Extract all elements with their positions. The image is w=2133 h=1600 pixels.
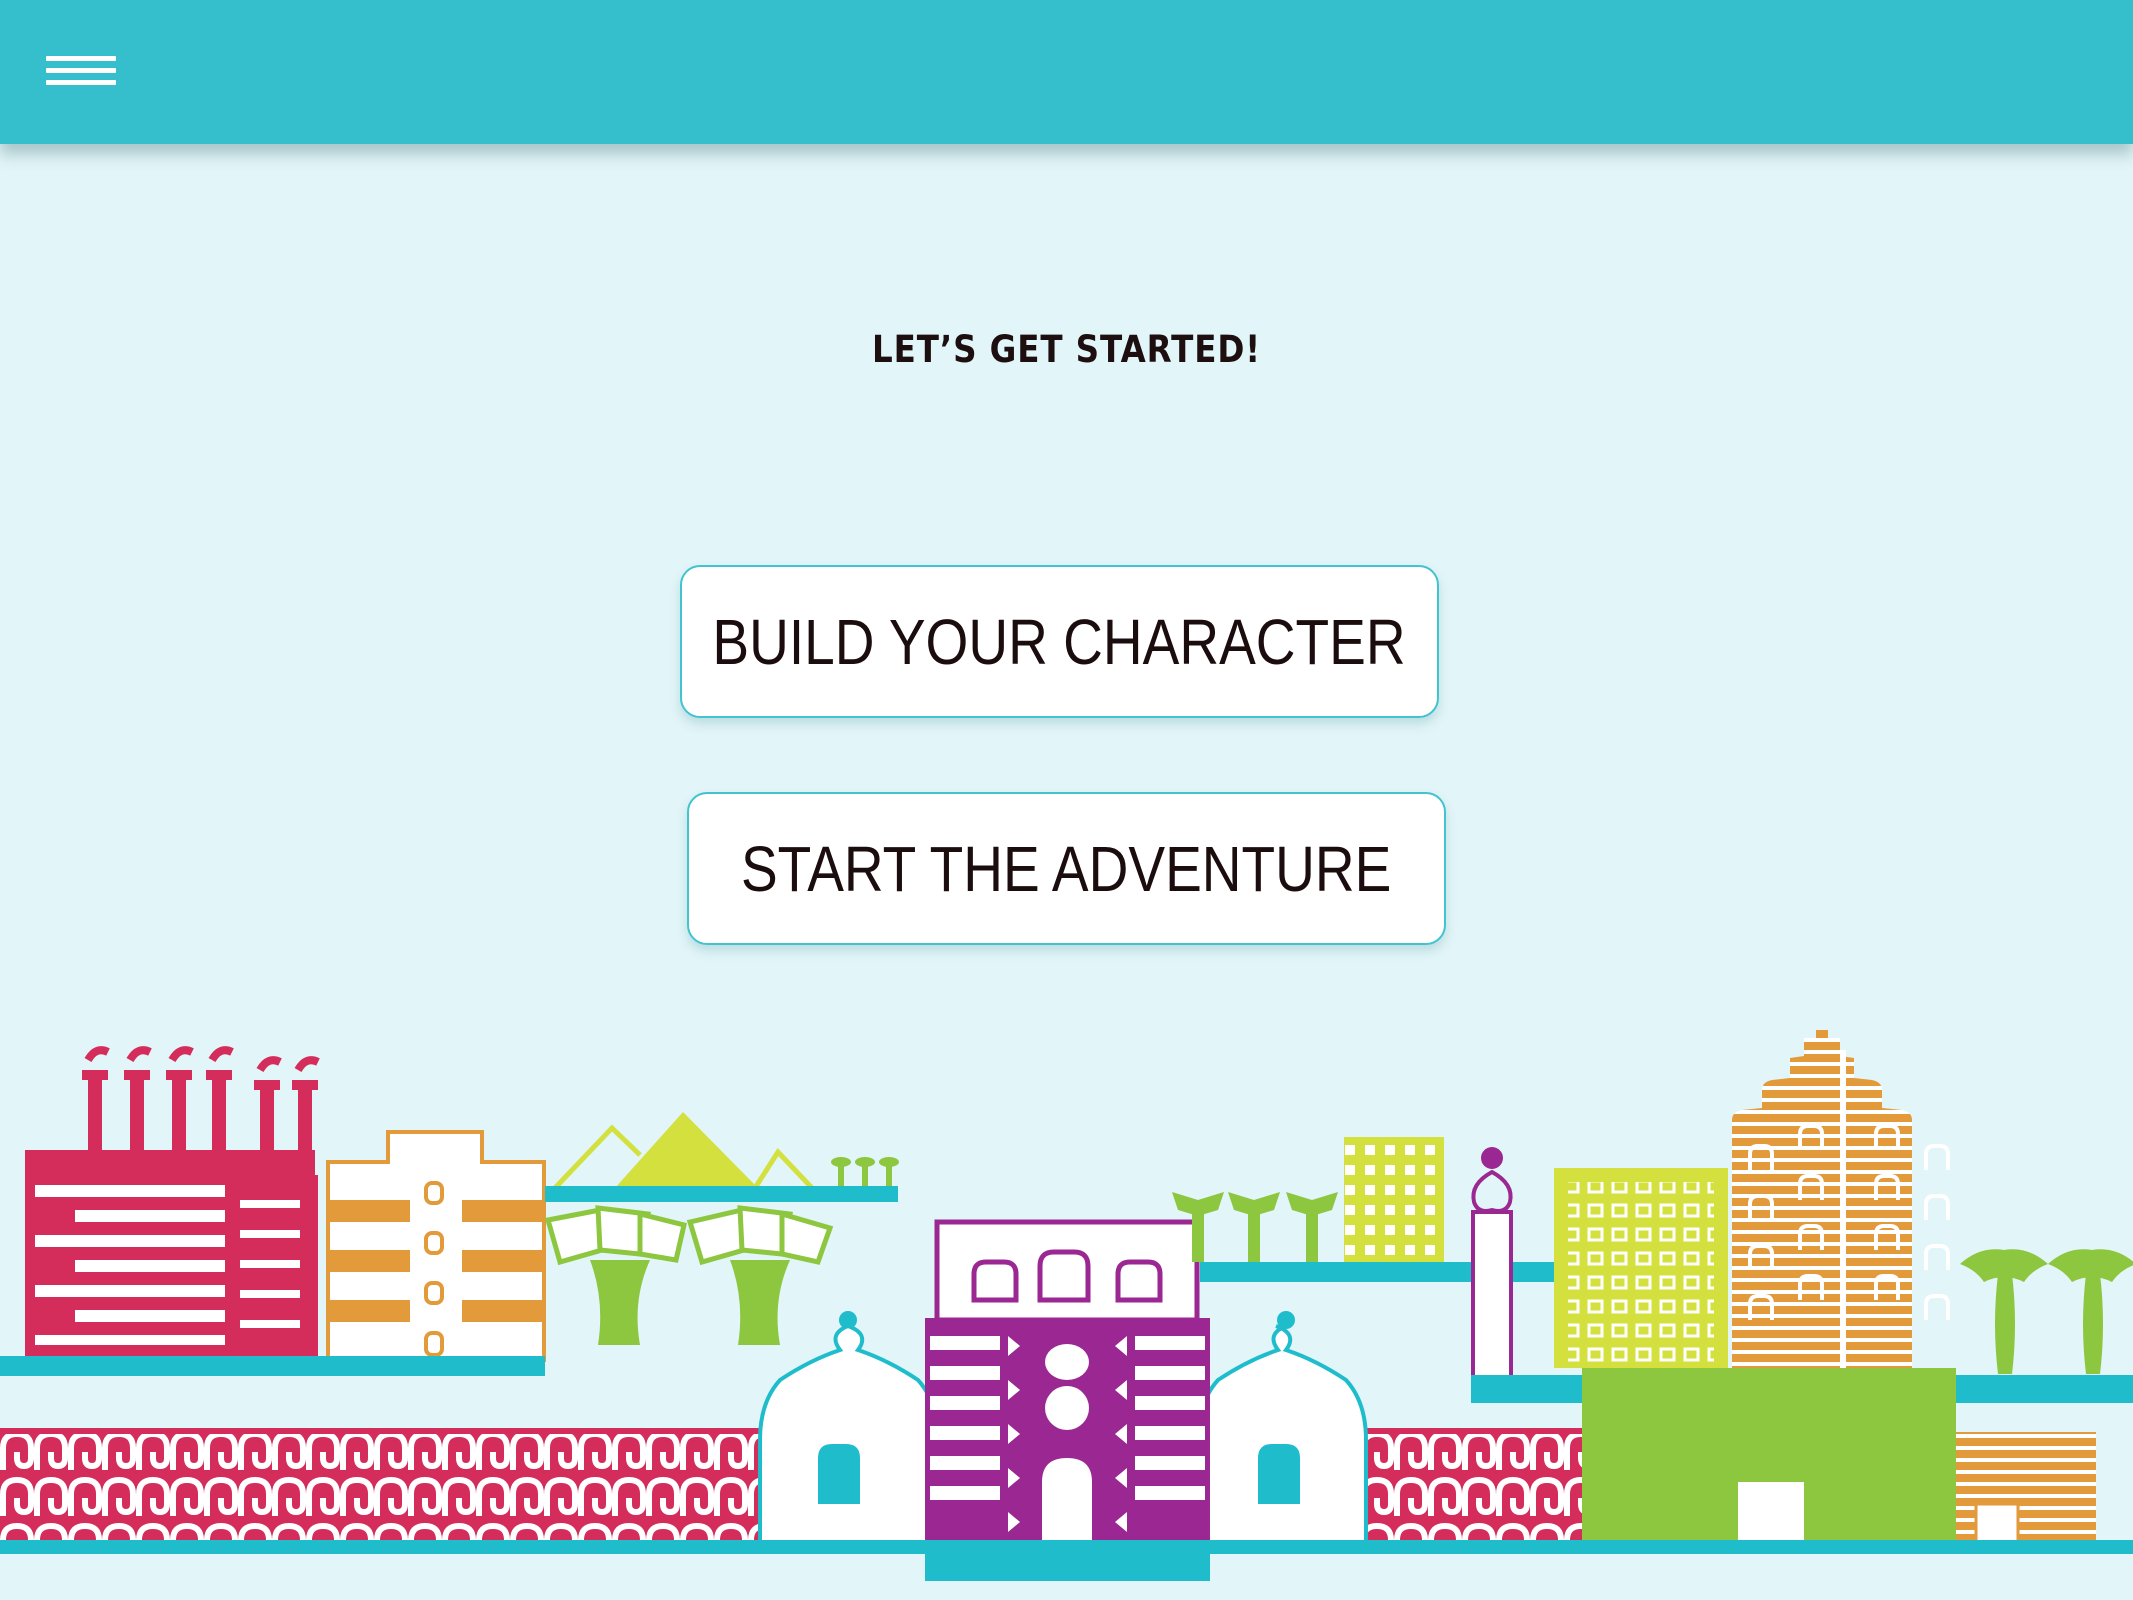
menu-line [46, 68, 116, 73]
central-palace [925, 1219, 1210, 1581]
pyramids [545, 1112, 899, 1202]
page-heading: LET’S GET STARTED! [872, 328, 1261, 371]
wave-wall-left [0, 1428, 768, 1540]
orange-shed [1956, 1432, 2096, 1546]
build-character-button[interactable]: BUILD YOUR CHARACTER [680, 565, 1439, 718]
dome-right [1196, 1311, 1368, 1547]
palm-trees-left [544, 1205, 834, 1345]
palm-trees-right [1960, 1249, 2133, 1374]
green-building [1582, 1368, 1956, 1546]
build-character-label: BUILD YOUR CHARACTER [712, 605, 1407, 678]
top-bar [0, 0, 2133, 144]
orange-tower [1732, 1030, 1950, 1370]
menu-line [46, 56, 116, 61]
lime-office-building [1554, 1168, 1728, 1368]
menu-line [46, 80, 116, 85]
dome-left [758, 1311, 940, 1547]
start-adventure-button[interactable]: START THE ADVENTURE [687, 792, 1446, 945]
wave-wall-right [1366, 1428, 1586, 1540]
start-adventure-label: START THE ADVENTURE [741, 832, 1392, 905]
factory-building [25, 1046, 320, 1360]
hamburger-menu-icon[interactable] [46, 53, 116, 93]
minaret [1471, 1147, 1513, 1379]
apartment-building [326, 1130, 546, 1362]
city-skyline-illustration [0, 1030, 2133, 1581]
